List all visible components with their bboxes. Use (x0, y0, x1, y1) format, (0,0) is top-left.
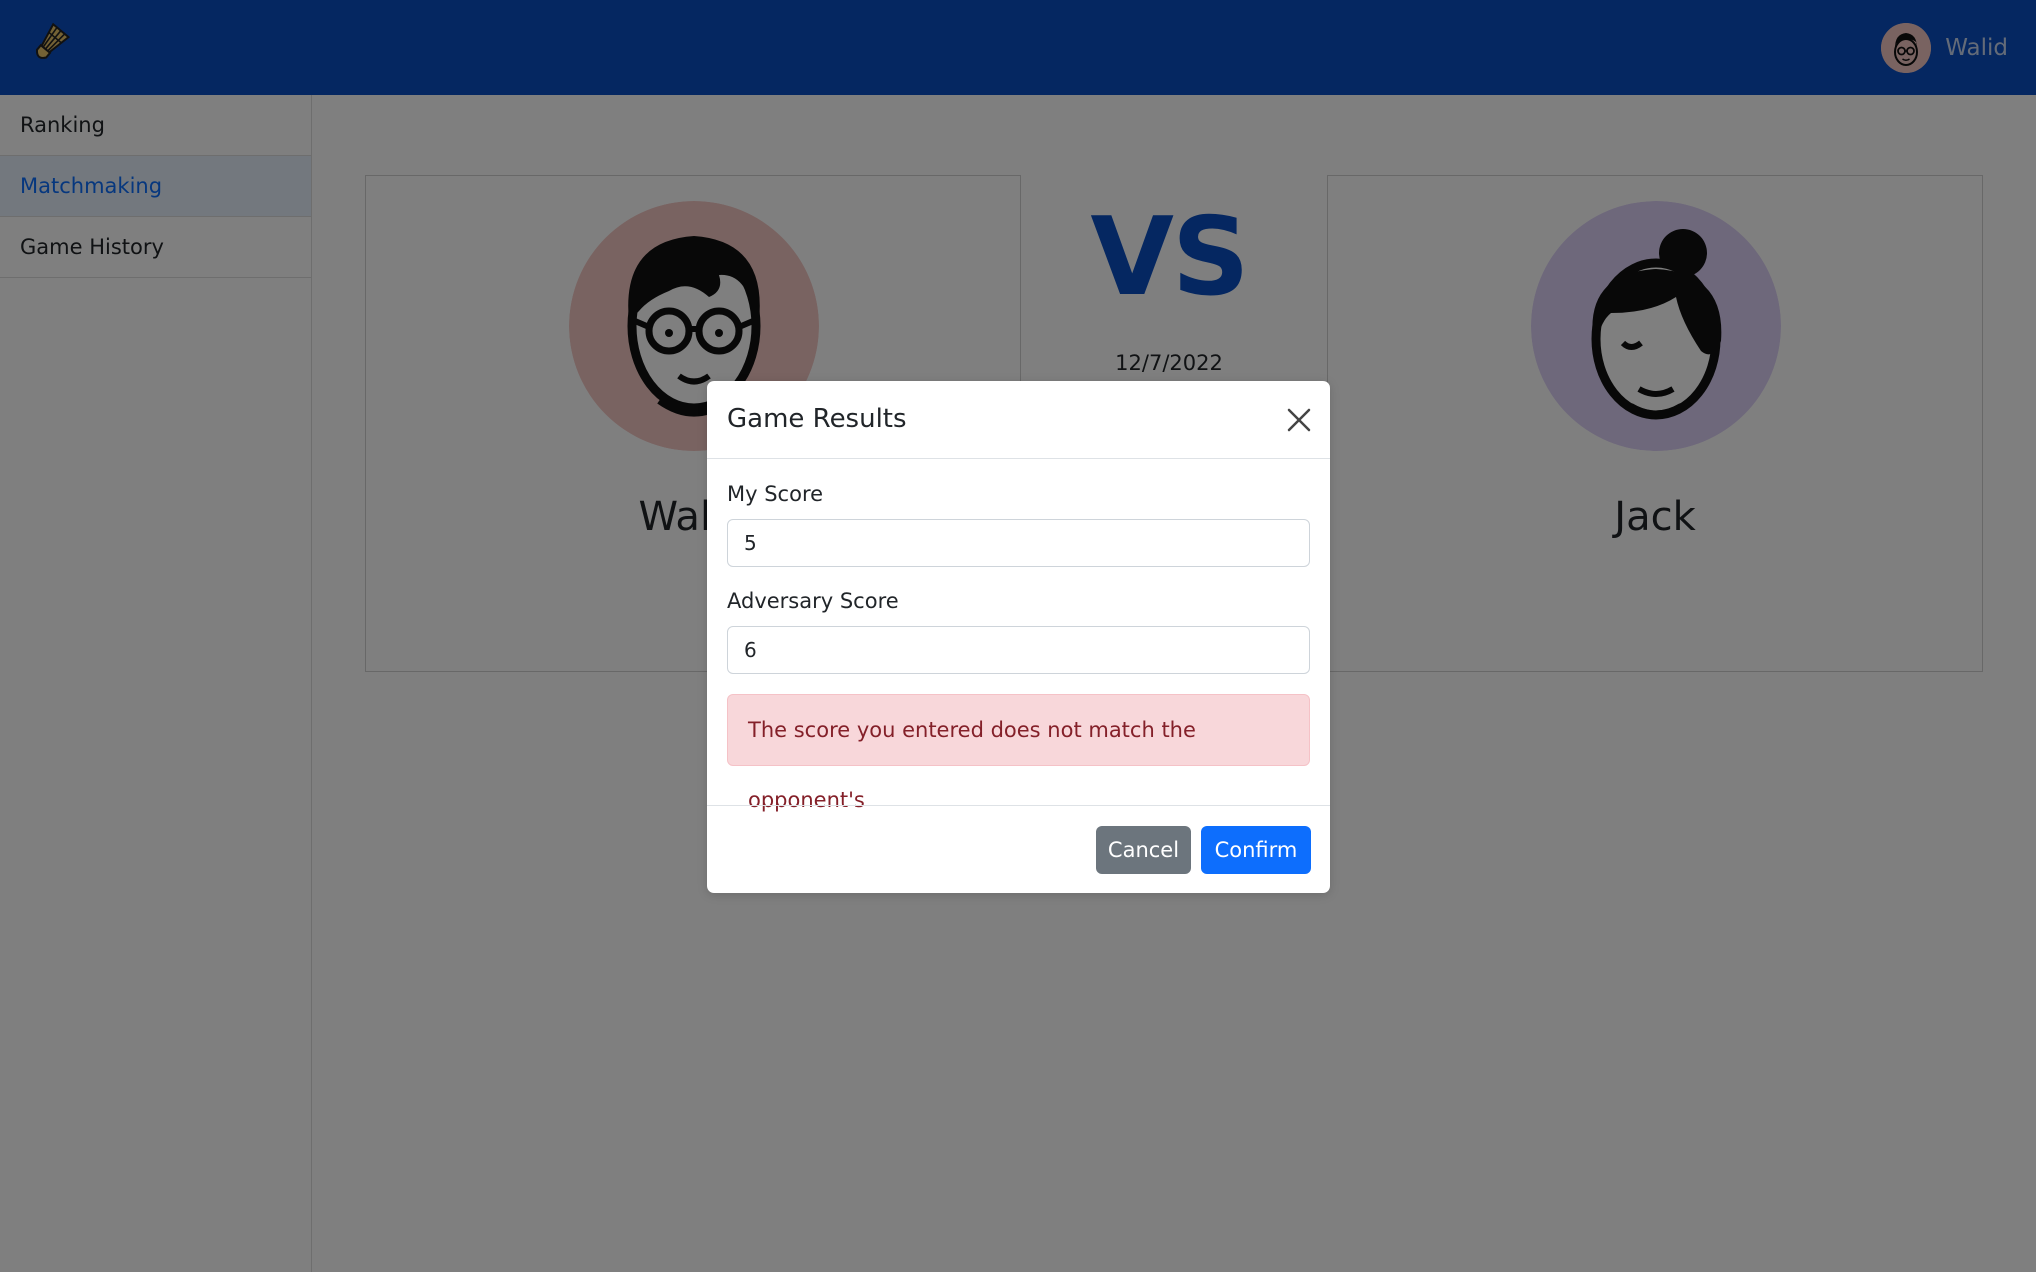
modal-title: Game Results (727, 404, 907, 434)
adversary-score-input[interactable] (727, 626, 1310, 674)
confirm-button[interactable]: Confirm (1201, 826, 1311, 874)
my-score-label: My Score (727, 482, 824, 506)
game-results-modal: Game Results My Score Adversary Score Th… (707, 381, 1330, 893)
cancel-button[interactable]: Cancel (1096, 826, 1191, 874)
score-mismatch-alert: The score you entered does not match the… (727, 694, 1310, 812)
modal-footer: Cancel Confirm (707, 805, 1330, 893)
adversary-score-label: Adversary Score (727, 589, 899, 613)
my-score-input[interactable] (727, 519, 1310, 567)
modal-header: Game Results (707, 381, 1330, 459)
close-icon[interactable] (1284, 405, 1314, 435)
